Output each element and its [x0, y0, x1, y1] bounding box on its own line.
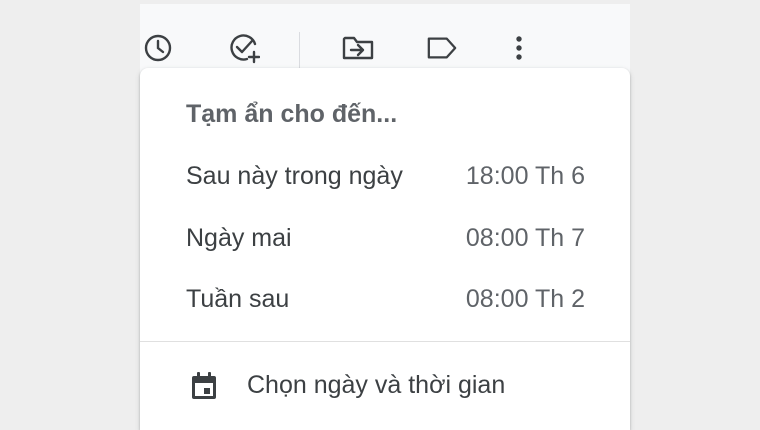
- snooze-clock-icon[interactable]: [142, 32, 174, 64]
- snooze-option-label: Tuần sau: [186, 285, 290, 313]
- toolbar-divider: [299, 32, 300, 70]
- more-vert-icon[interactable]: [503, 32, 535, 64]
- pick-date-time-label: Chọn ngày và thời gian: [247, 371, 506, 399]
- label-icon[interactable]: [426, 32, 458, 64]
- menu-divider: [140, 341, 630, 342]
- snooze-later-today[interactable]: Sau này trong ngày 18:00 Th 6: [140, 150, 630, 202]
- move-to-folder-icon[interactable]: [342, 32, 374, 64]
- snooze-option-label: Sau này trong ngày: [186, 162, 403, 190]
- snooze-option-time: 08:00 Th 2: [465, 285, 585, 313]
- snooze-option-time: 18:00 Th 6: [465, 162, 585, 190]
- snooze-menu: Tạm ẩn cho đến... Sau này trong ngày 18:…: [140, 68, 630, 430]
- add-to-tasks-icon[interactable]: [228, 32, 260, 64]
- pick-date-time-item[interactable]: Chọn ngày và thời gian: [140, 358, 630, 414]
- snooze-next-week[interactable]: Tuần sau 08:00 Th 2: [140, 273, 630, 325]
- snooze-option-label: Ngày mai: [186, 224, 292, 252]
- calendar-icon: [188, 370, 220, 402]
- snooze-menu-title: Tạm ẩn cho đến...: [186, 100, 398, 128]
- email-toolbar: [140, 4, 630, 74]
- snooze-tomorrow[interactable]: Ngày mai 08:00 Th 7: [140, 212, 630, 264]
- snooze-option-time: 08:00 Th 7: [465, 224, 585, 252]
